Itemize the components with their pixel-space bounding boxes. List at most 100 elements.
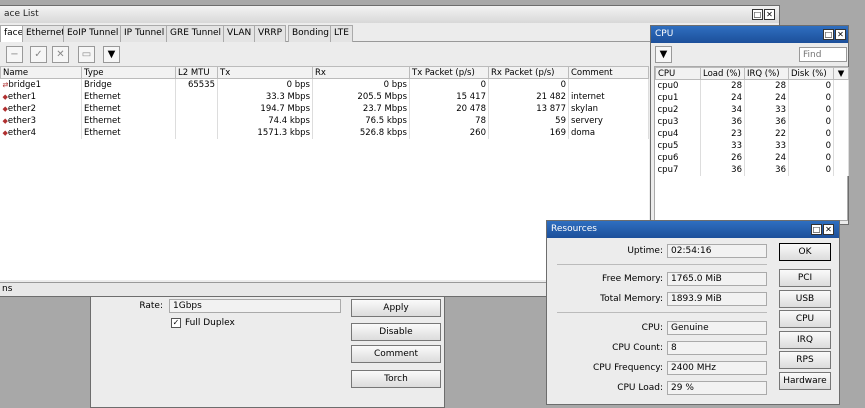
cpu-maximize-icon[interactable]: □	[823, 29, 834, 40]
col-type[interactable]: Type	[81, 66, 176, 79]
cpu-disk: 0	[788, 151, 834, 164]
free-memory-value: 1765.0 MiB	[667, 272, 767, 286]
col-tx[interactable]: Tx	[217, 66, 313, 79]
cpu-load-value: 29 %	[667, 381, 767, 395]
cpu-button[interactable]: CPU	[779, 310, 831, 328]
table-row[interactable]: cpu1 24 24 0	[655, 91, 849, 104]
close-icon[interactable]: ✕	[764, 9, 775, 20]
interface-tx-packet: 15 417	[456, 91, 486, 102]
cpu-irq: 24	[744, 151, 789, 164]
remove-icon[interactable]: −	[6, 46, 23, 63]
interface-name: ether2	[7, 103, 36, 114]
cpu-disk: 0	[788, 163, 834, 176]
interface-table: Name Type L2 MTU Tx Rx Tx Packet (p/s) R…	[0, 66, 649, 139]
cpu-spacer	[833, 163, 849, 176]
ok-button[interactable]: OK	[779, 243, 831, 261]
tab-lte[interactable]: LTE	[330, 25, 353, 42]
col-l2mtu[interactable]: L2 MTU	[175, 66, 218, 79]
cpu-disk: 0	[788, 103, 834, 116]
cpu-name: cpu4	[655, 127, 701, 140]
col-comment[interactable]: Comment	[568, 66, 649, 79]
col-name[interactable]: Name	[0, 66, 82, 79]
apply-button[interactable]: Apply	[351, 299, 441, 317]
cell-type: Ethernet	[81, 102, 176, 115]
resources-close-icon[interactable]: ✕	[823, 224, 834, 235]
col-tx-packet[interactable]: Tx Packet (p/s)	[409, 66, 489, 79]
irq-button[interactable]: IRQ	[779, 331, 831, 349]
uptime-label: Uptime:	[627, 246, 663, 256]
cpu-titlebar[interactable]: CPU □ ✕	[651, 26, 848, 43]
tab-vrrp[interactable]: VRRP	[254, 25, 287, 42]
rate-label: Rate:	[139, 301, 163, 311]
cpu-columns-menu[interactable]: ▼	[833, 67, 849, 80]
cpu-load: 33	[700, 139, 745, 152]
pci-button[interactable]: PCI	[779, 269, 831, 287]
table-row[interactable]: ◆ether3 Ethernet 74.4 kbps 76.5 kbps 78 59 ser…	[0, 114, 649, 127]
table-row[interactable]: ◆ether1 Ethernet 33.3 Mbps 205.5 Mbps 15 417…	[0, 90, 649, 103]
tab-ip-tunnel[interactable]: IP Tunnel	[120, 25, 169, 42]
col-rx[interactable]: Rx	[312, 66, 410, 79]
cell-txp: 78	[409, 114, 489, 127]
table-row[interactable]: cpu5 33 33 0	[655, 139, 849, 152]
cpu-irq: 33	[744, 139, 789, 152]
table-row[interactable]: ◆ether2 Ethernet 194.7 Mbps 23.7 Mbps 20 478…	[0, 102, 649, 115]
table-row[interactable]: cpu0 28 28 0	[655, 79, 849, 92]
rps-button[interactable]: RPS	[779, 351, 831, 369]
table-row[interactable]: ◆ether4 Ethernet 1571.3 kbps 526.8 kbps 260 1…	[0, 126, 649, 139]
cpu-disk: 0	[788, 127, 834, 140]
divider	[557, 264, 767, 265]
table-row[interactable]: cpu2 34 33 0	[655, 103, 849, 116]
resources-titlebar[interactable]: Resources □ ✕	[547, 221, 839, 238]
comment-icon[interactable]: ▭	[78, 46, 95, 63]
col-cpu[interactable]: CPU	[655, 67, 701, 80]
table-row[interactable]: cpu6 26 24 0	[655, 151, 849, 164]
cell-name: ◆ether1	[0, 90, 82, 103]
interface-comment: servery	[571, 115, 603, 126]
maximize-icon[interactable]: □	[752, 9, 763, 20]
disable-icon[interactable]: ✕	[52, 46, 69, 63]
table-row[interactable]: cpu4 23 22 0	[655, 127, 849, 140]
usb-button[interactable]: USB	[779, 290, 831, 308]
tab-eoip-tunnel[interactable]: EoIP Tunnel	[63, 25, 123, 42]
resources-maximize-icon[interactable]: □	[811, 224, 822, 235]
tab-vlan[interactable]: VLAN	[223, 25, 256, 42]
resources-window: Resources □ ✕ Uptime: 02:54:16 Free Memo…	[546, 220, 840, 405]
col-load[interactable]: Load (%)	[700, 67, 745, 80]
cell-rx: 205.5 Mbps	[312, 90, 410, 103]
interface-tx: 74.4 kbps	[268, 115, 310, 126]
cpu-find-input[interactable]	[799, 47, 847, 62]
cpu-name: cpu0	[655, 79, 701, 92]
interface-tx-packet: 260	[469, 127, 486, 138]
tab-ethernet[interactable]: Ethernet	[22, 25, 69, 42]
table-row[interactable]: cpu3 36 36 0	[655, 115, 849, 128]
table-row[interactable]: cpu7 36 36 0	[655, 163, 849, 176]
table-row[interactable]: ⇄bridge1 Bridge 65535 0 bps 0 bps 0 0	[0, 78, 649, 91]
cpu-filter-icon[interactable]: ▼	[655, 46, 672, 63]
interface-type: Bridge	[84, 79, 112, 90]
col-irq[interactable]: IRQ (%)	[744, 67, 789, 80]
cell-rx: 76.5 kbps	[312, 114, 410, 127]
interface-name: ether4	[7, 127, 36, 138]
cell-rxp: 169	[488, 126, 569, 139]
tab-gre-tunnel[interactable]: GRE Tunnel	[166, 25, 226, 42]
full-duplex-checkbox[interactable]: ✓	[171, 318, 181, 328]
cpu-irq: 24	[744, 91, 789, 104]
interface-name: bridge1	[8, 79, 42, 90]
cpu-name: cpu6	[655, 151, 701, 164]
cpu-load: 28	[700, 79, 745, 92]
enable-icon[interactable]: ✓	[30, 46, 47, 63]
torch-button[interactable]: Torch	[351, 370, 441, 388]
tab-bonding[interactable]: Bonding	[288, 25, 334, 42]
disable-button[interactable]: Disable	[351, 323, 441, 341]
cpu-close-icon[interactable]: ✕	[835, 29, 846, 40]
filter-icon[interactable]: ▼	[103, 46, 120, 63]
col-disk[interactable]: Disk (%)	[788, 67, 834, 80]
cpu-count-label: CPU Count:	[612, 343, 663, 353]
window-title: ace List	[4, 9, 39, 19]
rate-field[interactable]: 1Gbps	[169, 299, 341, 313]
col-rx-packet[interactable]: Rx Packet (p/s)	[488, 66, 569, 79]
comment-button[interactable]: Comment	[351, 345, 441, 363]
interface-type: Ethernet	[84, 103, 121, 114]
hardware-button[interactable]: Hardware	[779, 372, 831, 390]
interface-list-titlebar[interactable]: ace List □ ✕	[0, 6, 779, 23]
